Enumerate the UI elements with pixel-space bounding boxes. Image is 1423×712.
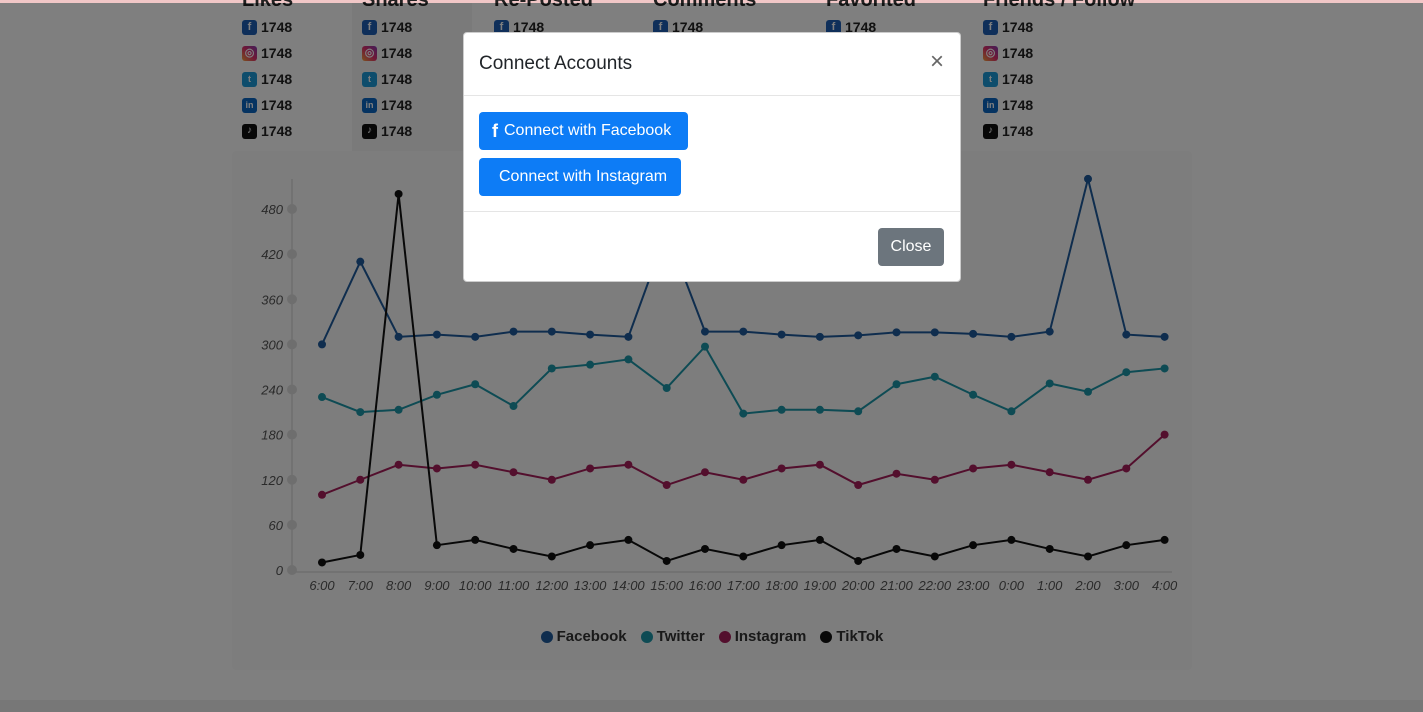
modal-title: Connect Accounts — [479, 53, 633, 74]
connect-accounts-modal: Connect Accounts × f Connect with Facebo… — [463, 32, 961, 282]
close-icon[interactable]: × — [930, 50, 944, 74]
close-button[interactable]: Close — [878, 228, 944, 266]
connect-instagram-button[interactable]: Connect with Instagram — [479, 158, 681, 196]
modal-header: Connect Accounts × — [464, 33, 960, 96]
connect-instagram-label: Connect with Instagram — [499, 168, 668, 185]
connect-facebook-button[interactable]: f Connect with Facebook — [479, 112, 688, 150]
modal-body: f Connect with Facebook Connect with Ins… — [464, 96, 960, 212]
connect-facebook-label: Connect with Facebook — [504, 122, 672, 139]
modal-footer: Close — [464, 212, 960, 282]
facebook-icon: f — [492, 120, 498, 141]
